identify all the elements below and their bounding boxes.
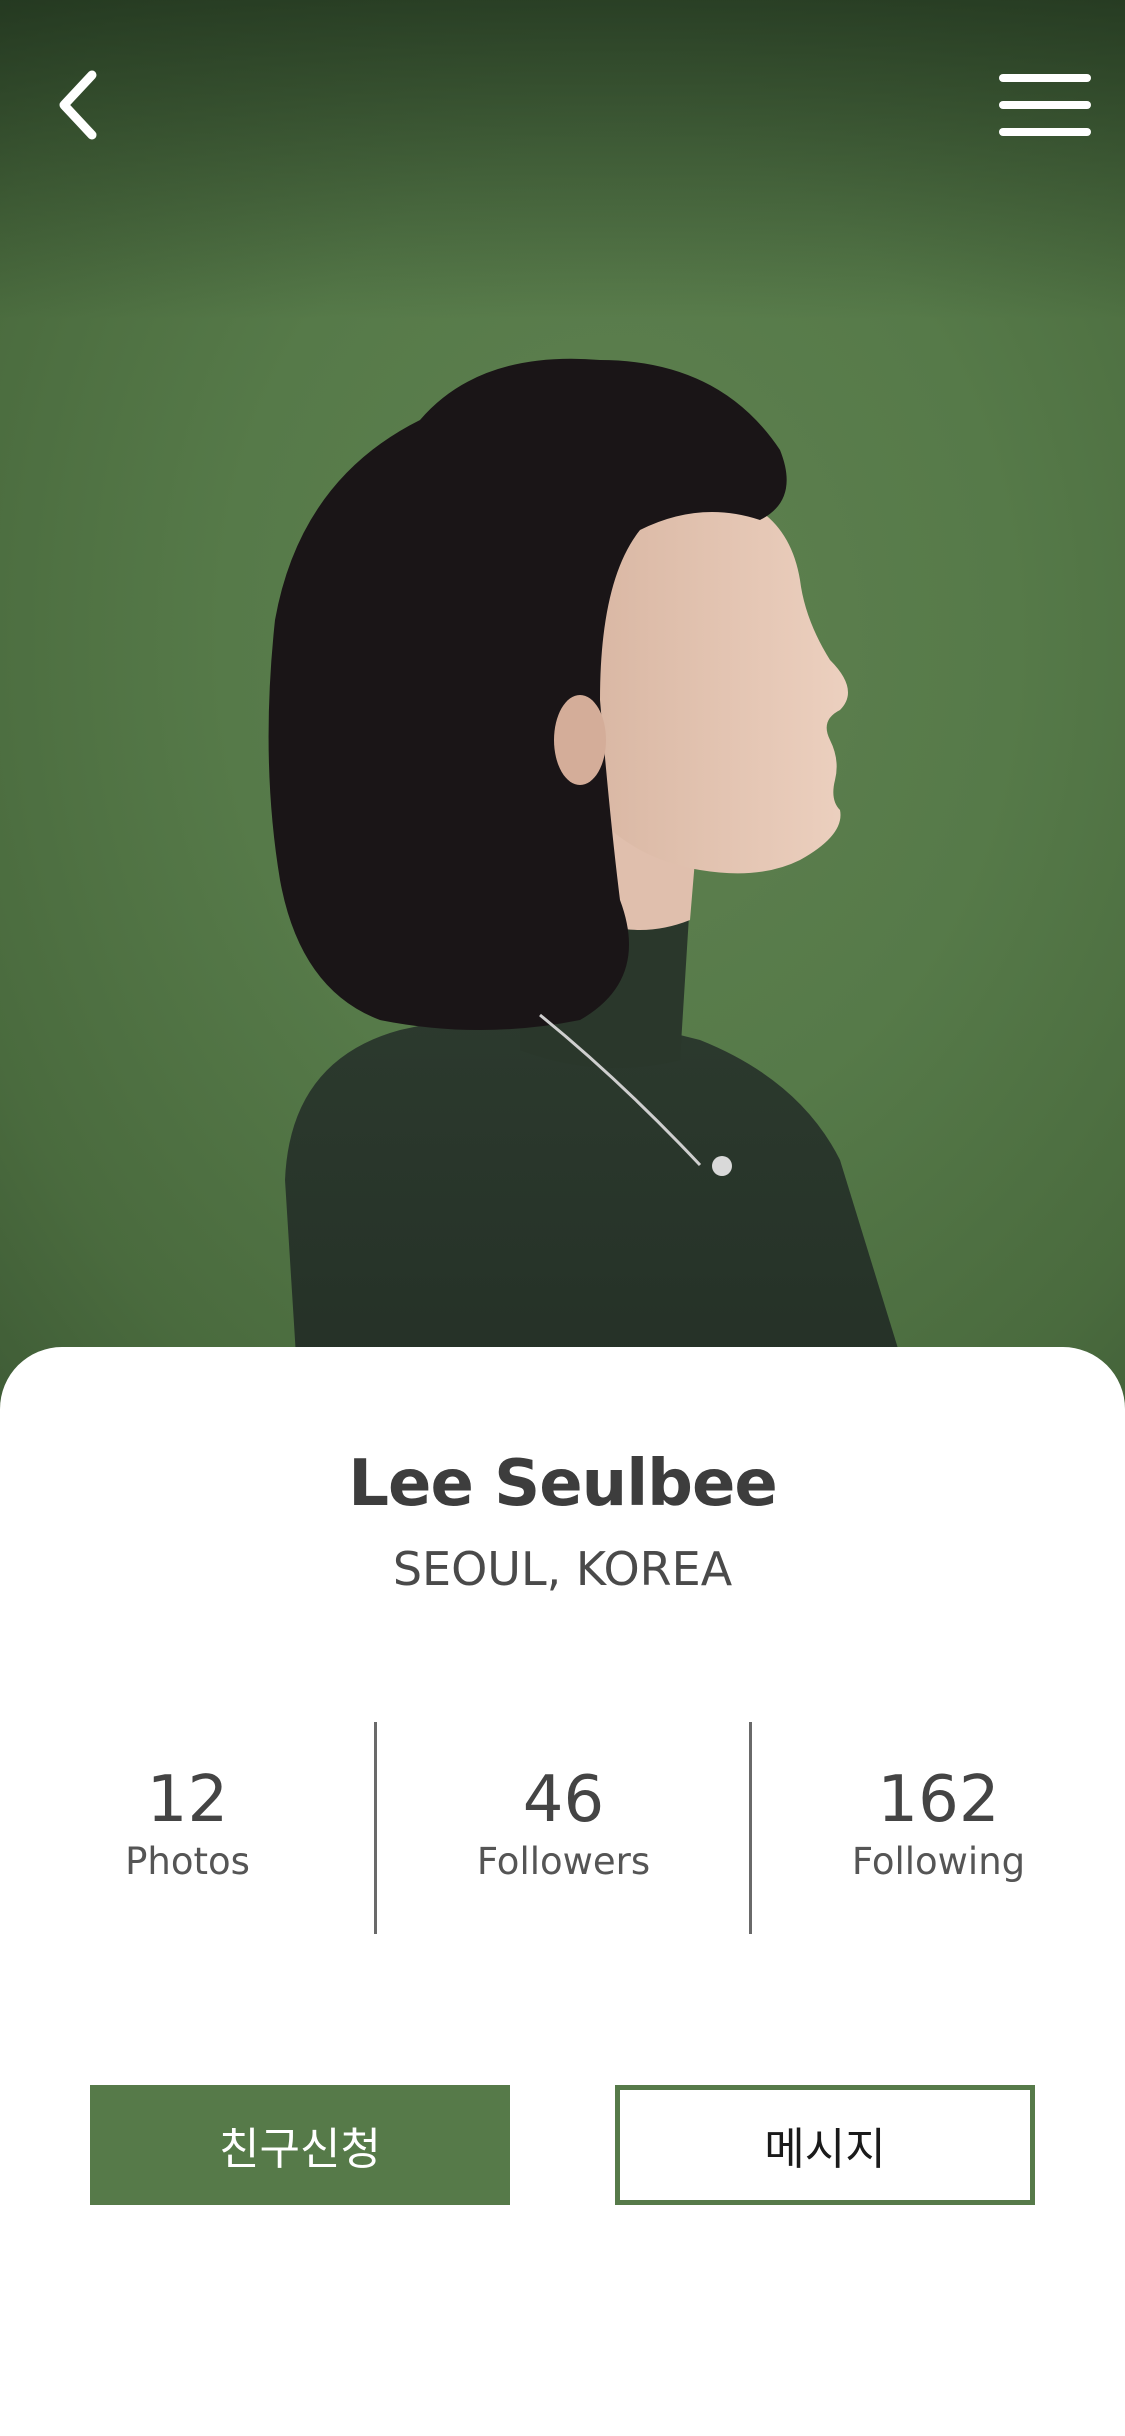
profile-name: Lee Seulbee <box>348 1447 778 1521</box>
message-button[interactable]: 메시지 <box>615 2085 1035 2205</box>
portrait-illustration <box>268 358 920 1420</box>
stat-followers[interactable]: 46 Followers <box>376 1722 751 1934</box>
profile-card: Lee Seulbee SEOUL, KOREA 12 Photos 46 Fo… <box>0 1347 1125 2436</box>
profile-stats: 12 Photos 46 Followers 162 Following <box>0 1722 1125 1934</box>
stat-following[interactable]: 162 Following <box>751 1722 1125 1934</box>
profile-screen: Lee Seulbee SEOUL, KOREA 12 Photos 46 Fo… <box>0 0 1125 2436</box>
stat-value: 46 <box>522 1763 605 1837</box>
chevron-left-icon <box>59 70 97 140</box>
profile-location: SEOUL, KOREA <box>392 1542 733 1596</box>
hamburger-menu-icon <box>999 74 1091 136</box>
stat-value: 12 <box>146 1763 229 1837</box>
profile-photo <box>0 0 1125 1420</box>
stat-photos[interactable]: 12 Photos <box>0 1722 375 1934</box>
menu-button[interactable] <box>990 50 1100 160</box>
friend-request-button[interactable]: 친구신청 <box>90 2085 510 2205</box>
stat-label: Photos <box>125 1840 250 1883</box>
stat-label: Followers <box>476 1840 651 1883</box>
stat-label: Following <box>851 1840 1026 1883</box>
back-button[interactable] <box>25 50 135 160</box>
stat-value: 162 <box>877 1763 1000 1837</box>
